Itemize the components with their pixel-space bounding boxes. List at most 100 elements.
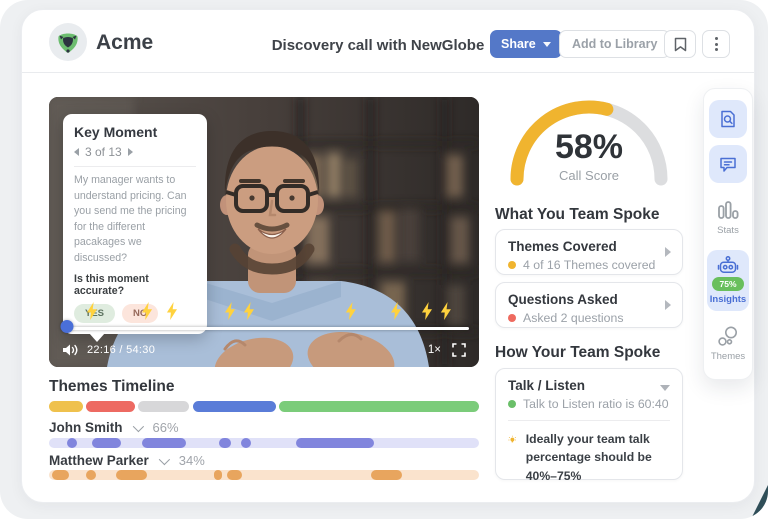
sidebar-item-themes[interactable]: Themes bbox=[711, 325, 745, 362]
document-search-icon bbox=[718, 109, 738, 129]
company-name: Acme bbox=[96, 31, 153, 55]
key-moment-bolt-icon[interactable] bbox=[223, 302, 237, 320]
screen-background: Acme Discovery call with NewGlobe Share … bbox=[0, 0, 768, 519]
key-moment-bolt-icon[interactable] bbox=[344, 302, 358, 320]
card-detail: Asked 2 questions bbox=[523, 311, 624, 325]
timeline-segment[interactable] bbox=[49, 401, 83, 412]
key-moment-text: My manager wants to understand pricing. … bbox=[74, 173, 196, 266]
share-button[interactable]: Share bbox=[490, 30, 562, 58]
talk-listen-card[interactable]: Talk / Listen Talk to Listen ratio is 60… bbox=[495, 368, 683, 480]
what-spoke-heading: What You Team Spoke bbox=[495, 206, 660, 224]
sidebar-item-stats[interactable]: Stats bbox=[716, 199, 740, 236]
fullscreen-icon[interactable] bbox=[452, 343, 466, 362]
bookmark-button[interactable] bbox=[664, 30, 696, 58]
volume-icon[interactable] bbox=[62, 343, 79, 362]
robot-icon bbox=[716, 256, 740, 275]
timeline-segment[interactable] bbox=[219, 438, 231, 448]
call-title: Discovery call with NewGlobe bbox=[272, 37, 485, 54]
accuracy-question: Is this moment accurate? bbox=[74, 273, 196, 297]
timeline-segment[interactable] bbox=[86, 470, 96, 480]
speaker-track-matthew[interactable] bbox=[49, 470, 479, 480]
key-moment-count: 3 of 13 bbox=[85, 145, 122, 159]
playhead-handle[interactable] bbox=[61, 320, 74, 333]
key-moment-title: Key Moment bbox=[74, 124, 196, 140]
video-player[interactable]: Key Moment 3 of 13 My manager wants to u… bbox=[49, 97, 479, 367]
card-detail: Talk to Listen ratio is 60:40 bbox=[523, 397, 669, 411]
timeline-segment[interactable] bbox=[138, 401, 189, 412]
card-title: Talk / Listen bbox=[508, 378, 670, 393]
chevron-down-icon[interactable] bbox=[159, 453, 170, 464]
call-score-label: Call Score bbox=[559, 168, 619, 183]
stats-bars-icon bbox=[716, 199, 740, 222]
chevron-down-icon[interactable] bbox=[660, 385, 670, 391]
timeline-segment[interactable] bbox=[279, 401, 479, 412]
timeline-segment[interactable] bbox=[227, 470, 242, 480]
status-dot bbox=[508, 314, 516, 322]
next-moment-icon[interactable] bbox=[128, 148, 133, 156]
speaker-name: John Smith bbox=[49, 420, 123, 435]
prev-moment-icon[interactable] bbox=[74, 148, 79, 156]
playback-speed[interactable]: 1× bbox=[428, 344, 441, 356]
status-dot bbox=[508, 261, 516, 269]
speaker-track-john[interactable] bbox=[49, 438, 479, 448]
timeline-segment[interactable] bbox=[52, 470, 69, 480]
timeline-segment[interactable] bbox=[67, 438, 77, 448]
status-dot bbox=[508, 400, 516, 408]
timeline-segment[interactable] bbox=[193, 401, 276, 412]
call-score-value: 58% bbox=[555, 128, 623, 167]
key-moment-markers bbox=[49, 302, 479, 322]
sidebar-item-insights[interactable]: 75% Insights bbox=[707, 250, 749, 311]
timeline-segment[interactable] bbox=[86, 401, 135, 412]
bubbles-icon bbox=[716, 325, 740, 348]
timeline-segment[interactable] bbox=[214, 470, 222, 480]
comment-icon bbox=[718, 154, 738, 174]
more-options-button[interactable] bbox=[702, 30, 730, 58]
video-controls: 22:16 / 54:30 1× bbox=[49, 340, 479, 362]
talk-percentage: 66% bbox=[153, 420, 179, 435]
timeline-segment[interactable] bbox=[296, 438, 374, 448]
chevron-down-icon[interactable] bbox=[132, 420, 143, 431]
themes-covered-card[interactable]: Themes Covered 4 of 16 Themes covered bbox=[495, 229, 683, 275]
how-spoke-heading: How Your Team Spoke bbox=[495, 344, 660, 362]
search-transcript-button[interactable] bbox=[709, 100, 747, 138]
themes-timeline-bar[interactable] bbox=[49, 401, 479, 412]
speaker-row-john[interactable]: John Smith 66% bbox=[49, 420, 179, 435]
talk-percentage: 34% bbox=[179, 453, 205, 468]
key-moment-pager: 3 of 13 bbox=[74, 145, 196, 159]
card-title: Questions Asked bbox=[508, 292, 670, 307]
speaker-name: Matthew Parker bbox=[49, 453, 149, 468]
tools-sidebar: Stats 75% Insights Themes bbox=[703, 88, 753, 380]
key-moment-bolt-icon[interactable] bbox=[389, 302, 403, 320]
card-detail: 4 of 16 Themes covered bbox=[523, 258, 655, 272]
comments-button[interactable] bbox=[709, 145, 747, 183]
timeline-segment[interactable] bbox=[92, 438, 121, 448]
talk-tip: Ideally your team talk percentage should… bbox=[508, 430, 670, 485]
add-to-library-button[interactable]: Add to Library bbox=[559, 30, 670, 58]
timeline-segment[interactable] bbox=[241, 438, 251, 448]
card-title: Themes Covered bbox=[508, 239, 670, 254]
timeline-segment[interactable] bbox=[142, 438, 186, 448]
key-moment-bolt-icon[interactable] bbox=[85, 302, 99, 320]
video-time: 22:16 / 54:30 bbox=[87, 344, 155, 356]
key-moment-bolt-icon[interactable] bbox=[140, 302, 154, 320]
header: Acme Discovery call with NewGlobe Share … bbox=[22, 10, 754, 73]
lightbulb-icon bbox=[508, 430, 517, 450]
questions-asked-card[interactable]: Questions Asked Asked 2 questions bbox=[495, 282, 683, 328]
video-progress-bar[interactable] bbox=[62, 327, 469, 330]
kebab-icon bbox=[715, 37, 718, 51]
key-moment-bolt-icon[interactable] bbox=[420, 302, 434, 320]
key-moment-bolt-icon[interactable] bbox=[242, 302, 256, 320]
key-moment-bolt-icon[interactable] bbox=[439, 302, 453, 320]
company-logo bbox=[49, 23, 87, 61]
timeline-segment[interactable] bbox=[371, 470, 403, 480]
bookmark-icon bbox=[674, 37, 687, 52]
insights-score-badge: 75% bbox=[712, 277, 743, 291]
chevron-down-icon bbox=[543, 42, 551, 47]
app-card: Acme Discovery call with NewGlobe Share … bbox=[21, 9, 755, 503]
chevron-right-icon[interactable] bbox=[665, 300, 671, 310]
key-moment-bolt-icon[interactable] bbox=[165, 302, 179, 320]
themes-timeline-heading: Themes Timeline bbox=[49, 378, 174, 396]
timeline-segment[interactable] bbox=[116, 470, 148, 480]
chevron-right-icon[interactable] bbox=[665, 247, 671, 257]
speaker-row-matthew[interactable]: Matthew Parker 34% bbox=[49, 453, 205, 468]
